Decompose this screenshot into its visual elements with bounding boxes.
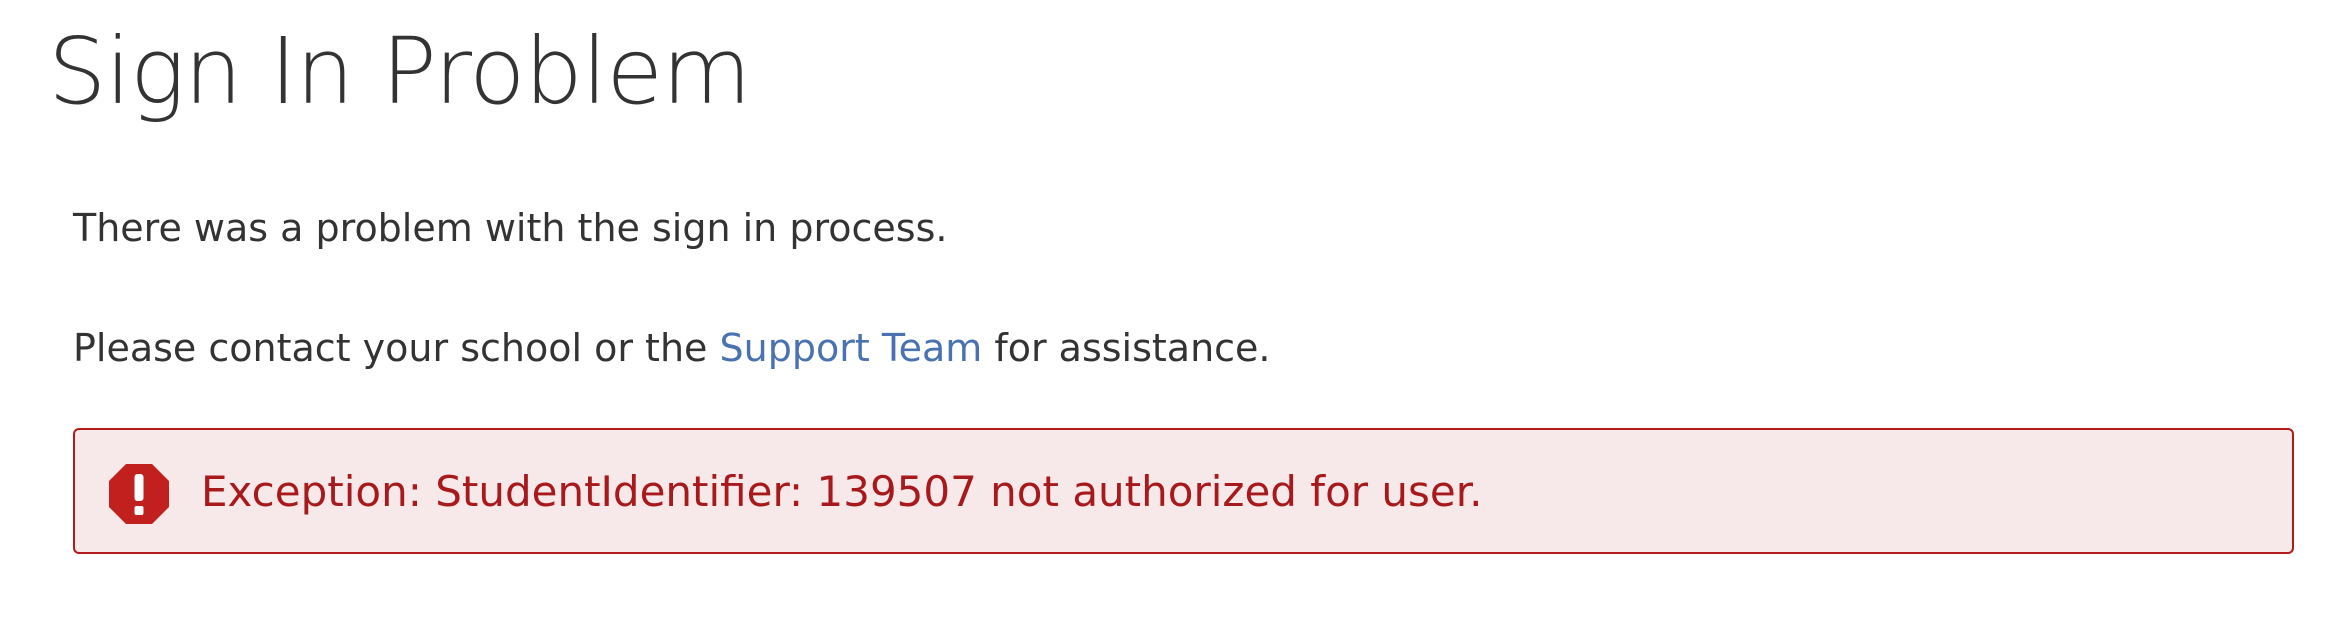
problem-message: There was a problem with the sign in pro…	[73, 204, 947, 252]
contact-message: Please contact your school or the Suppor…	[73, 324, 1271, 372]
support-team-link[interactable]: Support Team	[720, 326, 983, 370]
contact-message-prefix: Please contact your school or the	[73, 326, 720, 370]
page-title: Sign In Problem	[48, 18, 752, 125]
error-alert-text: Exception: StudentIdentifier: 139507 not…	[201, 467, 1483, 516]
error-alert: Exception: StudentIdentifier: 139507 not…	[73, 428, 2294, 554]
problem-message-text: There was a problem with the sign in pro…	[73, 206, 948, 250]
contact-message-suffix: for assistance.	[982, 326, 1271, 370]
exclamation-octagon-icon	[109, 464, 169, 524]
